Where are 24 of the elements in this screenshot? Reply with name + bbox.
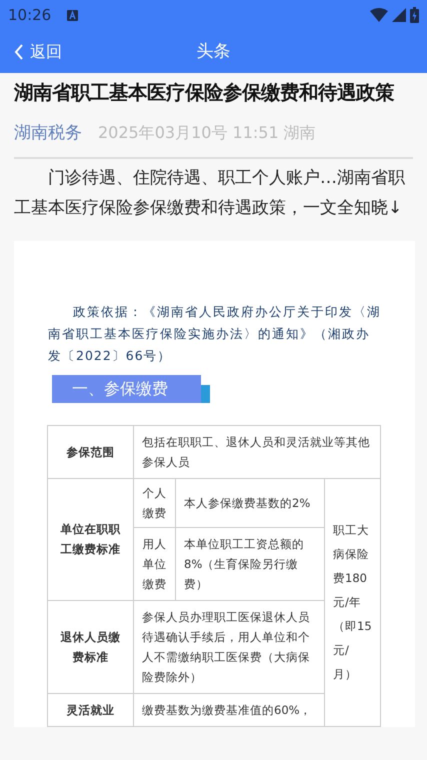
section-heading: 一、参保缴费 (52, 374, 201, 402)
table-cell: 包括在职职工、退休人员和灵活就业等其他参保人员 (134, 425, 380, 478)
article-title: 湖南省职工基本医疗保险参保缴费和待遇政策 (14, 80, 396, 106)
heading-accent (201, 384, 210, 402)
back-button[interactable]: 返回 (0, 30, 62, 73)
table-cell: 职工大病保险费180元/年（即15元/月） (324, 478, 380, 726)
page-title: 头条 (196, 40, 230, 63)
table-cell: 参保范围 (48, 425, 134, 478)
notification-icon (67, 10, 78, 20)
intro-paragraph: 门诊待遇、住院待遇、职工个人账户…湖南省职工基本医疗保险参保缴费和待遇政策，一文全知晓↓ (14, 166, 406, 220)
article-source: 湖南税务 (14, 122, 82, 145)
table-cell: 灵活就业 (48, 693, 134, 726)
wifi-icon (370, 8, 388, 22)
table-cell: 本人参保缴费基数的2% (176, 478, 324, 527)
table-cell: 单位在职职工缴费标准 (48, 478, 134, 600)
status-time: 10:26 (8, 4, 52, 26)
battery-icon (410, 7, 419, 23)
table-cell: 用人单位缴费 (134, 527, 176, 600)
back-icon[interactable] (14, 44, 24, 60)
policy-basis-text: 政策依据：《湖南省人民政府办公厅关于印发〈湖南省职工基本医疗保险实施办法〉的通知》（湘政办发〔2022〕66号） (48, 302, 382, 364)
table-cell: 个人缴费 (134, 478, 176, 527)
article-meta: 2025年03月10号 11:51 湖南 (98, 122, 316, 144)
table-cell: 退休人员缴费标准 (48, 600, 134, 693)
signal-icon (392, 8, 406, 22)
